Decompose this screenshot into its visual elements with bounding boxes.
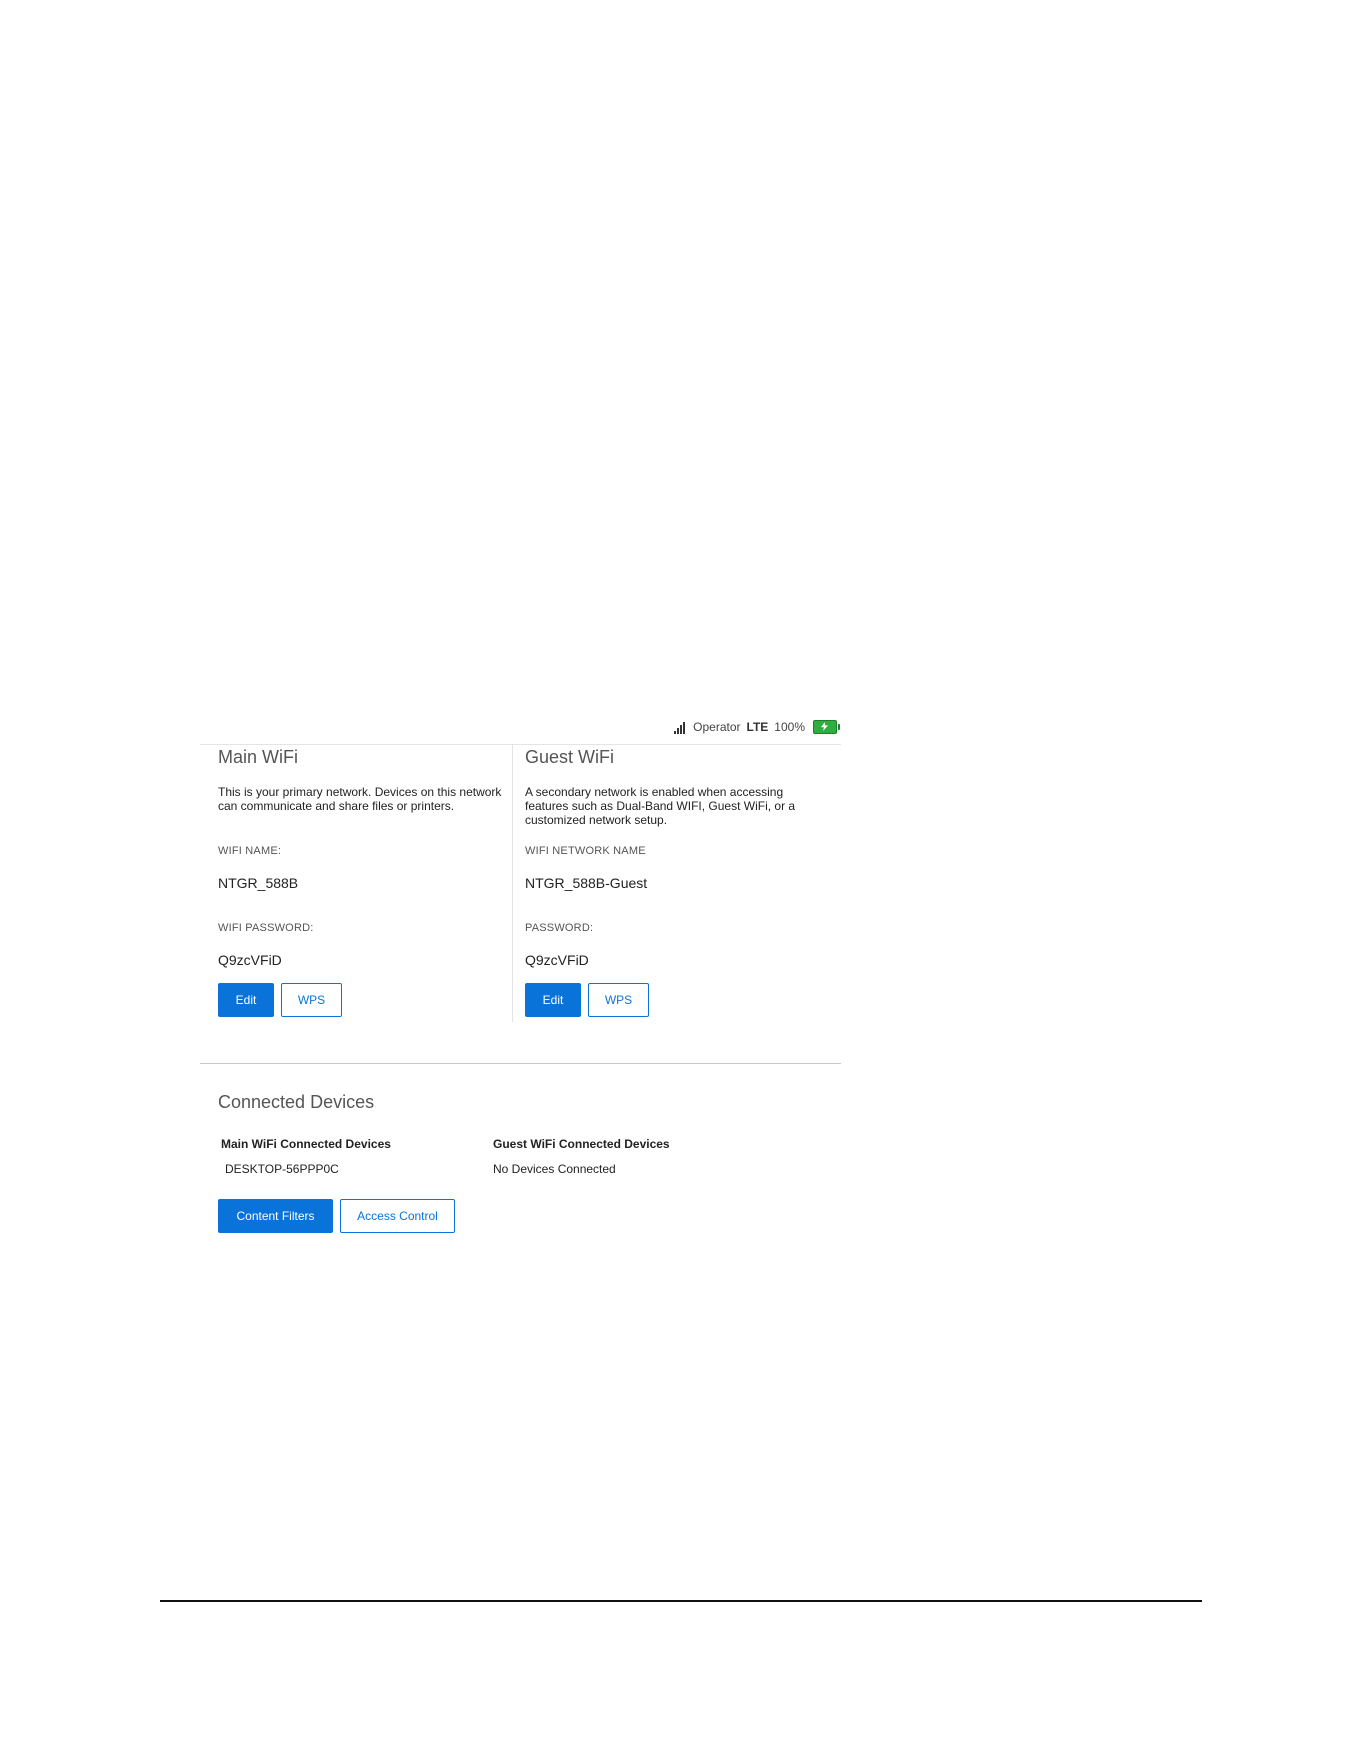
guest-wifi-actions: Edit WPS (525, 983, 649, 1017)
status-bar: Operator LTE 100% (674, 719, 840, 735)
status-network-type: LTE (746, 720, 769, 734)
footer-rule (160, 1600, 1202, 1602)
status-battery-percent: 100% (774, 720, 805, 734)
guest-wifi-description: A secondary network is enabled when acce… (525, 785, 796, 827)
battery-charging-icon (813, 720, 840, 734)
guest-wifi-name-label: WIFI NETWORK NAME (525, 845, 646, 857)
main-wifi-description: This is your primary network. Devices on… (218, 785, 502, 813)
guest-wifi-password-label: PASSWORD: (525, 922, 594, 934)
main-wifi-actions: Edit WPS (218, 983, 342, 1017)
main-wifi-edit-button[interactable]: Edit (218, 983, 274, 1017)
main-wifi-name-value: NTGR_588B (218, 875, 299, 891)
guest-wifi-name-value: NTGR_588B-Guest (525, 875, 648, 891)
access-control-button[interactable]: Access Control (340, 1199, 455, 1233)
main-wifi-title: Main WiFi (218, 747, 298, 767)
guest-wifi-wps-button[interactable]: WPS (588, 983, 649, 1017)
main-devices-list: DESKTOP-56PPP0C (221, 1162, 391, 1176)
guest-wifi-panel: Guest WiFi A secondary network is enable… (513, 745, 841, 1022)
status-operator: Operator (693, 720, 741, 734)
signal-bars-icon (674, 721, 686, 734)
main-wifi-panel: Main WiFi This is your primary network. … (200, 745, 513, 1022)
guest-devices-header: Guest WiFi Connected Devices (493, 1137, 670, 1151)
list-item: DESKTOP-56PPP0C (225, 1162, 339, 1176)
connected-devices-title: Connected Devices (218, 1092, 375, 1112)
guest-wifi-password-value: Q9zcVFiD (525, 952, 589, 968)
router-dashboard-screenshot: Operator LTE 100% Main WiFi This is your… (200, 715, 841, 1240)
guest-devices-column: Guest WiFi Connected Devices No Devices … (493, 1137, 670, 1176)
main-wifi-wps-button[interactable]: WPS (281, 983, 342, 1017)
main-wifi-name-label: WIFI NAME: (218, 845, 282, 857)
main-devices-column: Main WiFi Connected Devices DESKTOP-56PP… (221, 1137, 391, 1176)
main-wifi-password-label: WIFI PASSWORD: (218, 922, 314, 934)
list-item: No Devices Connected (493, 1162, 616, 1176)
main-devices-header: Main WiFi Connected Devices (221, 1137, 391, 1151)
guest-devices-list: No Devices Connected (493, 1162, 670, 1176)
devices-actions: Content Filters Access Control (218, 1199, 455, 1233)
main-wifi-password-value: Q9zcVFiD (218, 952, 282, 968)
guest-wifi-edit-button[interactable]: Edit (525, 983, 581, 1017)
guest-wifi-title: Guest WiFi (525, 747, 615, 767)
content-filters-button[interactable]: Content Filters (218, 1199, 333, 1233)
connected-devices-section: Connected Devices Main WiFi Connected De… (218, 1064, 841, 1240)
